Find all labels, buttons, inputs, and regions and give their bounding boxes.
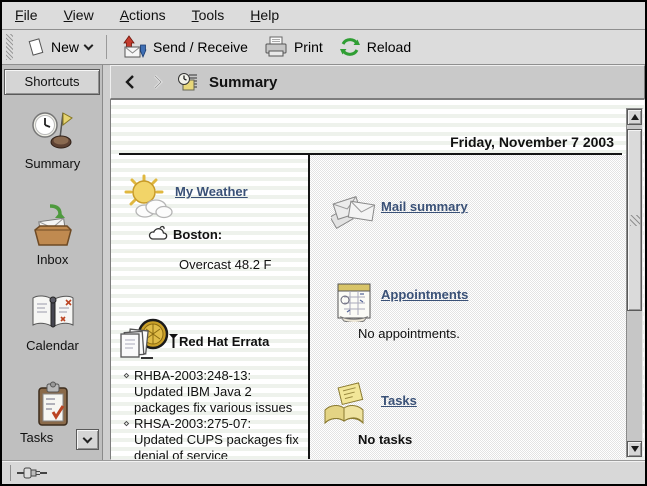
date-rule [119,153,622,155]
menu-view[interactable]: View [51,2,107,29]
my-weather-link[interactable]: My Weather [175,184,248,199]
new-document-icon [27,37,45,57]
column-divider [308,153,310,459]
appointments-status: No appointments. [358,326,460,341]
sidebar-item-calendar[interactable]: Calendar [2,293,103,353]
forward-button[interactable] [149,73,167,91]
print-button[interactable]: Print [258,34,329,60]
errata-documents-icon [117,318,171,366]
vertical-scrollbar[interactable] [626,108,643,458]
folder-title-bar: Summary [110,65,645,99]
back-button[interactable] [121,73,139,91]
calendar-icon [29,293,77,335]
envelopes-icon [331,190,377,232]
appointment-pad-icon [333,278,375,322]
scroll-down-button[interactable] [627,441,642,457]
sticky-notes-icon [321,382,371,428]
menu-actions[interactable]: Actions [107,2,179,29]
online-status-icon[interactable] [17,467,47,479]
status-bar [2,460,645,484]
summary-small-icon [177,72,199,92]
summary-icon [30,109,76,153]
send-receive-icon [121,35,147,59]
arrow-down-icon [631,446,639,452]
mail-summary-link[interactable]: Mail summary [381,199,468,214]
inbox-icon [30,203,76,249]
reload-icon [339,36,361,58]
shortcut-scroll-down-button[interactable] [76,429,99,450]
forward-icon [153,75,163,89]
tasks-status: No tasks [358,432,412,447]
errata-title: Red Hat Errata [179,334,269,349]
weather-location: Boston: [173,227,222,242]
new-button[interactable]: New [21,35,98,59]
folder-title: Summary [209,74,277,91]
errata-item[interactable]: RHBA-2003:248-13: Updated IBM Java 2 pac… [123,368,303,416]
summary-date: Friday, November 7 2003 [450,134,614,150]
errata-item[interactable]: RHSA-2003:275-07: Updated CUPS packages … [123,416,303,460]
appointments-link[interactable]: Appointments [381,287,468,302]
menu-file[interactable]: File [2,2,51,29]
cloud-icon [147,224,169,242]
errata-title-row: Red Hat Errata [169,334,269,349]
scrollbar-thumb[interactable] [627,129,642,311]
shortcuts-group-button[interactable]: Shortcuts [4,69,100,95]
errata-list: RHBA-2003:248-13: Updated IBM Java 2 pac… [123,368,303,460]
send-receive-button[interactable]: Send / Receive [115,33,254,61]
sun-cloud-icon [123,174,173,222]
toolbar-grip[interactable] [6,34,13,60]
menu-help[interactable]: Help [237,2,292,29]
print-icon [264,36,288,58]
chevron-down-icon [84,41,94,51]
toolbar-separator [106,35,107,59]
sidebar-item-label: Summary [2,156,103,171]
summary-viewport: Friday, November 7 2003 My Weather [110,99,645,460]
sidebar-item-label: Calendar [2,338,103,353]
thumb-grip-icon [630,215,640,226]
reload-button[interactable]: Reload [333,34,417,60]
sidebar-item-label: Inbox [2,252,103,267]
antenna-icon [169,334,178,348]
evolution-window: File View Actions Tools Help New Send / … [0,0,647,486]
scroll-up-button[interactable] [627,109,642,125]
sidebar-item-summary[interactable]: Summary [2,109,103,171]
tasks-icon [33,381,73,427]
tasks-link[interactable]: Tasks [381,393,417,408]
toolbar: New Send / Receive Print [2,30,645,65]
main-area: Summary Friday, November 7 2003 My Weath… [110,65,645,460]
sidebar-item-inbox[interactable]: Inbox [2,203,103,267]
pane-resize-handle[interactable] [103,65,110,460]
arrow-up-icon [631,114,639,120]
status-bar-divider [10,465,11,481]
weather-conditions: Overcast 48.2 F [179,257,271,272]
menu-bar: File View Actions Tools Help [2,2,645,30]
chevron-down-icon [83,433,93,443]
menu-tools[interactable]: Tools [179,2,238,29]
shortcut-bar: Shortcuts Summary [2,65,103,460]
back-icon [125,75,135,89]
